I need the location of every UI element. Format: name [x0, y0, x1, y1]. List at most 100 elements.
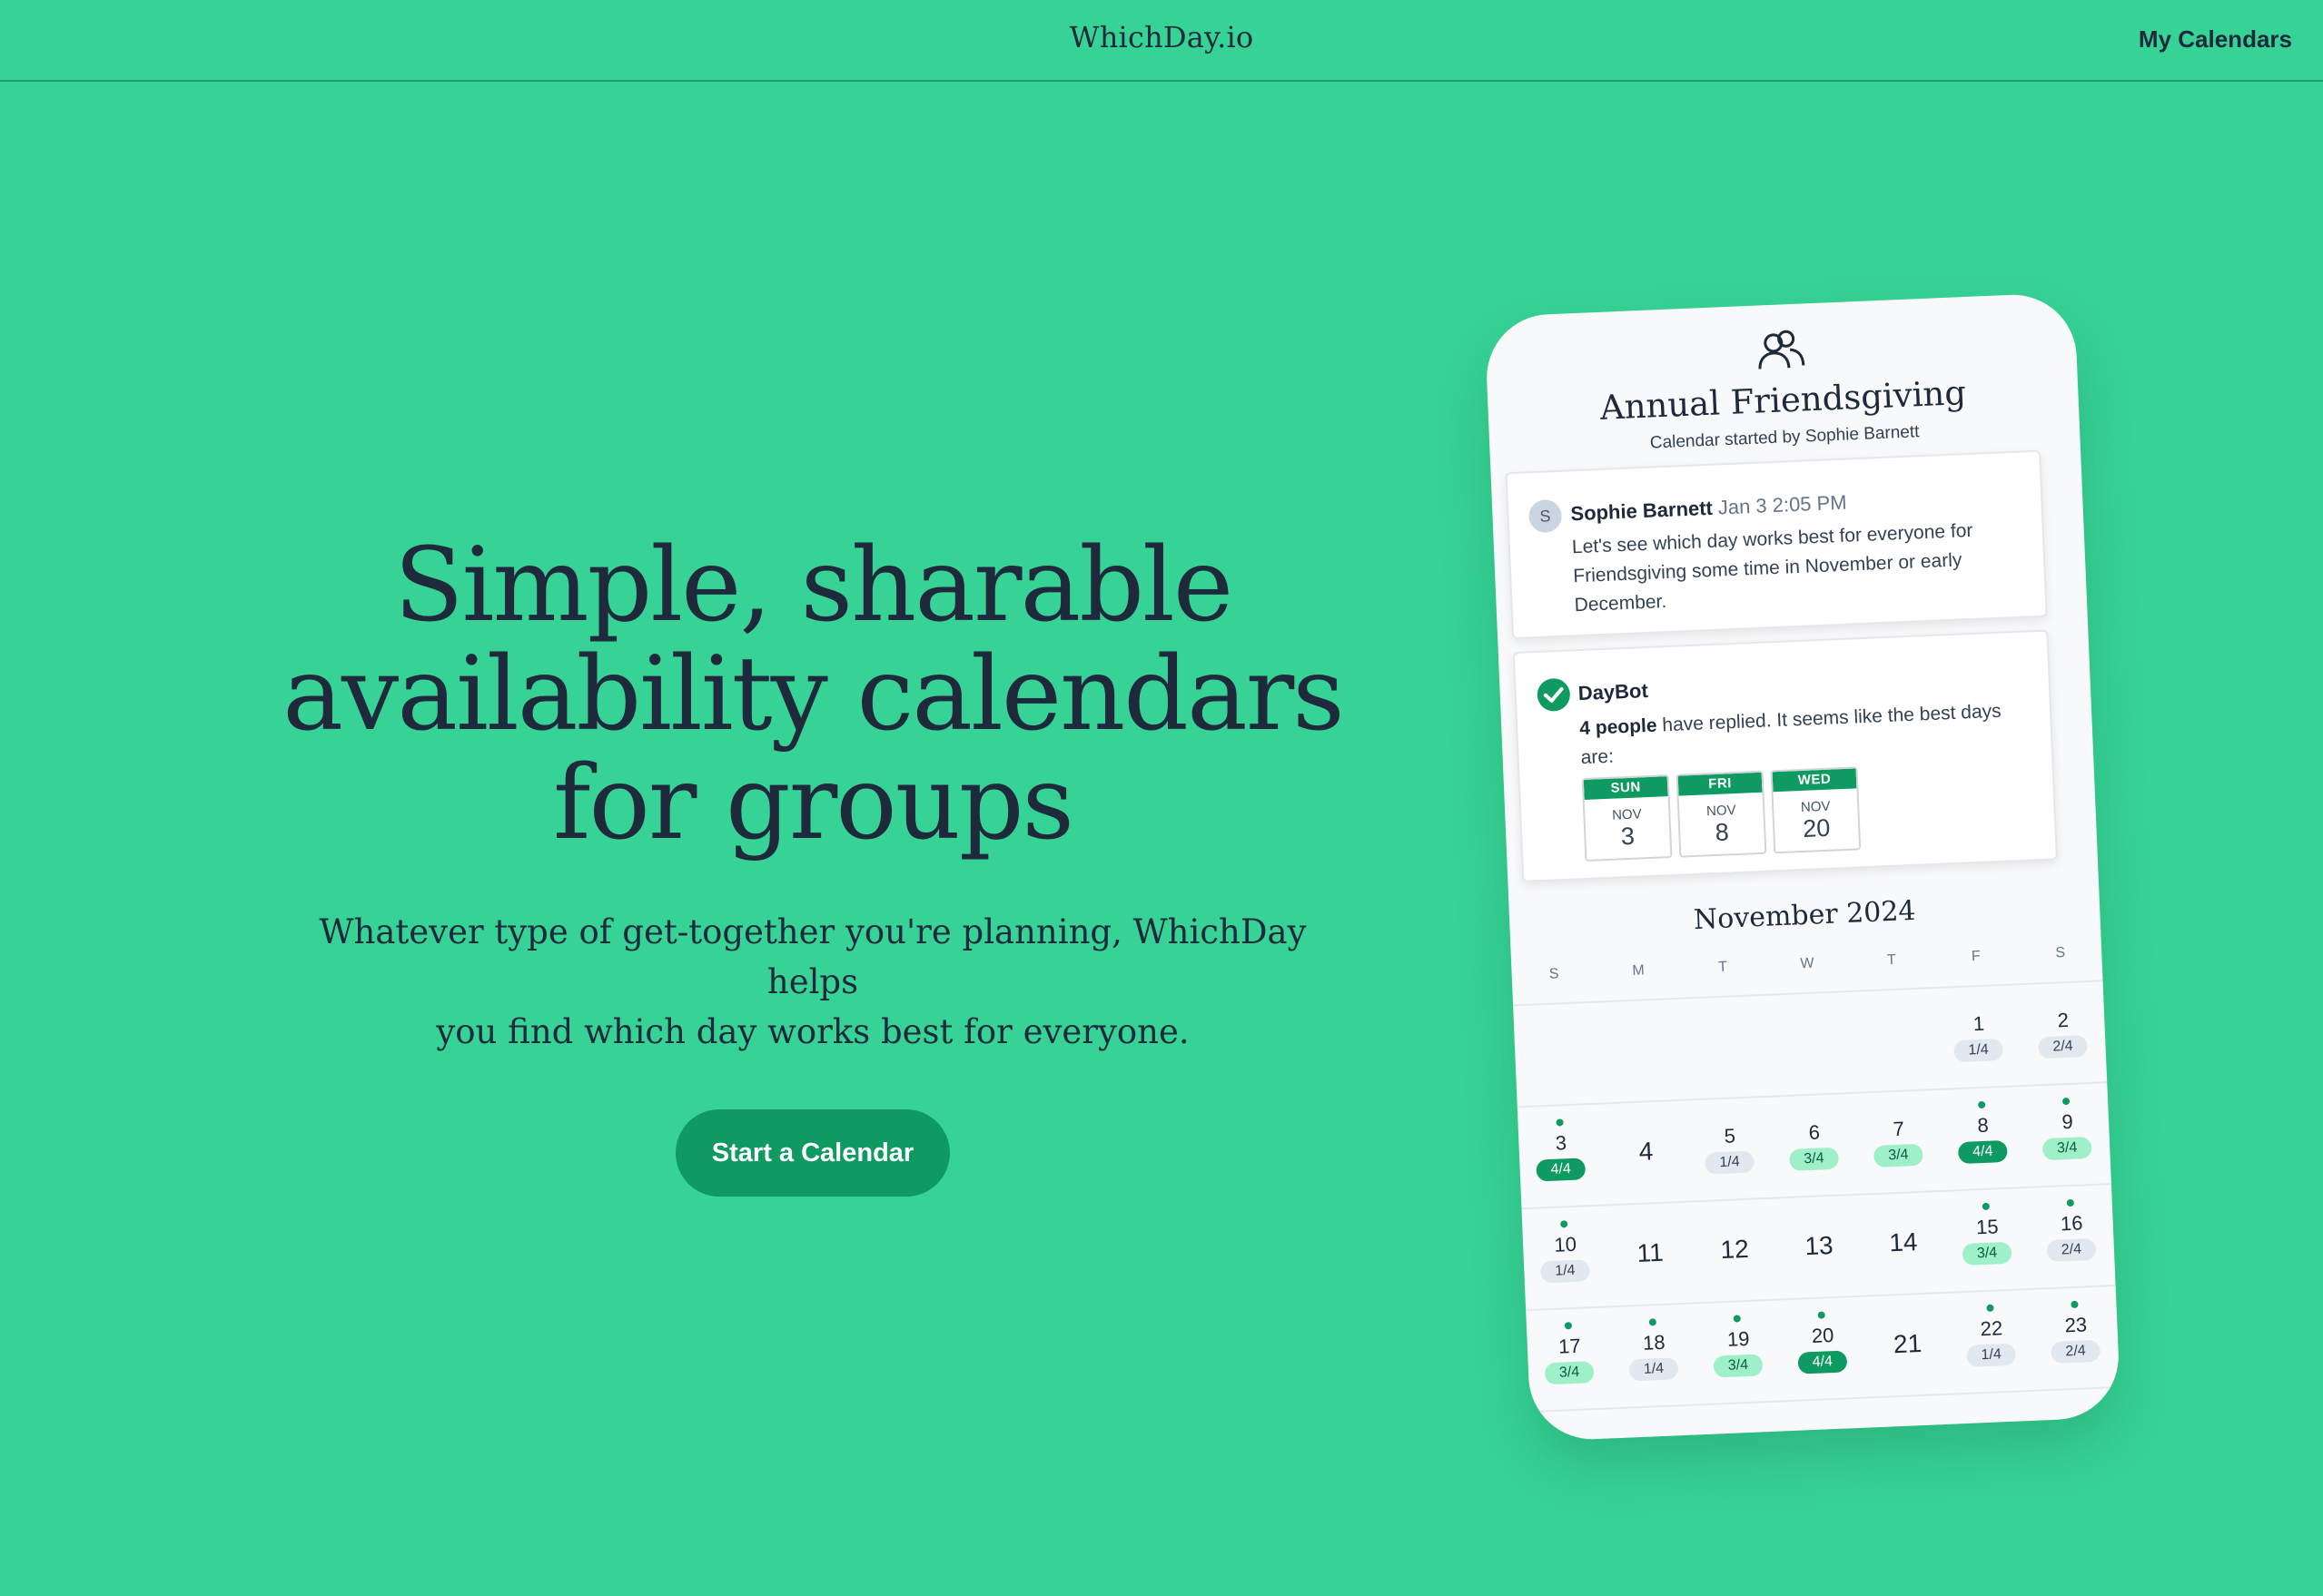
day-number: 15	[1975, 1215, 2000, 1239]
calendar-empty-day	[1766, 992, 1855, 1096]
hero-subtitle-line: Whatever type of get-together you're pla…	[319, 912, 1307, 1001]
day-number: 18	[1642, 1330, 1666, 1355]
calendar-day[interactable]: 20 4/4	[1779, 1297, 1868, 1401]
calendar-day[interactable]: 14	[1859, 1192, 1948, 1296]
calendar-empty-day	[1513, 1003, 1602, 1107]
start-calendar-button[interactable]: Start a Calendar	[675, 1109, 951, 1197]
brand-logo[interactable]: WhichDay.io	[0, 20, 2323, 54]
weekday-label: T	[1717, 959, 1728, 975]
weekday-label: M	[1632, 962, 1646, 979]
best-day-weekday: SUN	[1583, 776, 1668, 800]
weekday-label: F	[1971, 948, 1982, 965]
daybot-card: DayBot 4 people have replied. It seems l…	[1512, 629, 2058, 882]
weekday-label: W	[1800, 955, 1814, 972]
day-number: 17	[1557, 1334, 1582, 1358]
calendar-day[interactable]: 10 1/4	[1522, 1206, 1611, 1309]
availability-badge: 1/4	[1966, 1343, 2017, 1367]
avatar: S	[1527, 498, 1563, 534]
calendar-day[interactable]: 5 1/4	[1686, 1098, 1775, 1201]
best-day-card[interactable]: SUN NOV 3	[1581, 774, 1673, 862]
calendar-day[interactable]: 16 2/4	[2028, 1185, 2117, 1288]
availability-badge: 4/4	[1536, 1158, 1587, 1182]
calendar-day[interactable]: 19 3/4	[1695, 1301, 1784, 1404]
day-number: 21	[1893, 1328, 1923, 1359]
message-text: Let's see which day works best for every…	[1571, 519, 1973, 616]
availability-dot	[2071, 1300, 2079, 1309]
availability-badge: 3/4	[1962, 1241, 2012, 1266]
availability-dot	[1564, 1322, 1573, 1330]
availability-badge: 3/4	[1789, 1147, 1839, 1171]
availability-badge: 3/4	[1544, 1361, 1595, 1385]
calendar-empty-day	[1682, 996, 1771, 1099]
day-number: 2	[2057, 1008, 2070, 1032]
calendar-day[interactable]: 6 3/4	[1771, 1094, 1860, 1197]
top-bar: WhichDay.io My Calendars	[0, 0, 2323, 82]
best-day-number: 8	[1715, 818, 1730, 846]
weekday-label: T	[1886, 951, 1897, 969]
calendar-day[interactable]: 18 1/4	[1610, 1304, 1699, 1407]
calendar-day[interactable]: 12	[1690, 1199, 1779, 1303]
availability-dot	[1986, 1304, 1994, 1312]
hero-title-line: Simple, sharable	[393, 527, 1233, 645]
day-number: 9	[2061, 1109, 2074, 1134]
group-icon	[1758, 330, 1805, 369]
best-day-card[interactable]: FRI NOV 8	[1676, 770, 1767, 858]
availability-dot	[1733, 1315, 1741, 1323]
calendar-day[interactable]: 1 1/4	[1935, 985, 2024, 1089]
availability-dot	[1977, 1100, 1986, 1109]
calendar-day[interactable]: 9 3/4	[2023, 1083, 2112, 1187]
availability-badge: 1/4	[1953, 1038, 2004, 1063]
message-header: Sophie Barnett Jan 3 2:05 PM	[1570, 491, 1847, 527]
availability-badge: 3/4	[1713, 1354, 1764, 1378]
daybot-name: DayBot	[1577, 678, 1649, 705]
day-number: 12	[1719, 1234, 1750, 1265]
calendar-day[interactable]: 17 3/4	[1526, 1307, 1615, 1411]
calendar-grid: 1 1/4 2 2/4 3 4/4 4 5 1/4 6 3/4 7 3/4 8 4/4 9 3/4 10 1/4 11…	[1484, 292, 2120, 1414]
best-day-weekday: WED	[1772, 768, 1857, 793]
availability-badge: 4/4	[1957, 1139, 2008, 1165]
calendar-day[interactable]: 23 2/4	[2032, 1286, 2121, 1390]
availability-dot	[2066, 1198, 2074, 1207]
calendar-day[interactable]: 3 4/4	[1517, 1104, 1606, 1207]
day-number: 14	[1888, 1227, 1919, 1257]
best-day-card[interactable]: WED NOV 20	[1770, 766, 1862, 854]
calendar-day[interactable]: 13	[1774, 1196, 1863, 1299]
calendar-day[interactable]: 11	[1606, 1203, 1695, 1306]
availability-dot	[1648, 1318, 1657, 1326]
calendar-day[interactable]: 4	[1602, 1101, 1691, 1205]
day-number: 13	[1804, 1230, 1834, 1261]
availability-badge: 4/4	[1797, 1350, 1848, 1374]
calendar-day[interactable]: 7 3/4	[1855, 1090, 1944, 1194]
availability-badge: 2/4	[2038, 1035, 2089, 1059]
day-number: 6	[1808, 1120, 1821, 1144]
day-number: 23	[2064, 1313, 2088, 1337]
day-number: 4	[1638, 1137, 1654, 1166]
weekday-label: S	[2055, 944, 2066, 961]
calendar-month: November 2024	[1693, 894, 1917, 937]
calendar-day[interactable]: 21	[1863, 1294, 1952, 1397]
calendar-day[interactable]: 15 3/4	[1943, 1188, 2032, 1292]
calendar-day[interactable]: 22 1/4	[1948, 1290, 2037, 1394]
availability-badge: 1/4	[1705, 1150, 1755, 1175]
calendar-day[interactable]: 2 2/4	[2020, 981, 2109, 1085]
message-card: S Sophie Barnett Jan 3 2:05 PM Let's see …	[1505, 449, 2048, 640]
availability-badge: 1/4	[1628, 1357, 1679, 1382]
availability-badge: 1/4	[1539, 1259, 1590, 1284]
availability-dot	[2061, 1097, 2071, 1106]
day-number: 5	[1724, 1124, 1736, 1148]
check-circle-icon	[1537, 678, 1570, 712]
availability-dot	[1817, 1311, 1825, 1319]
daybot-message: 4 people have replied. It seems like the…	[1579, 695, 2035, 773]
calendar-day[interactable]: 8 4/4	[1939, 1087, 2028, 1190]
hero-subtitle-line: you find which day works best for everyo…	[436, 1012, 1190, 1051]
availability-dot	[1556, 1118, 1564, 1127]
my-calendars-link[interactable]: My Calendars	[2139, 25, 2292, 54]
best-day-number: 20	[1802, 813, 1831, 842]
day-number: 10	[1553, 1232, 1577, 1256]
reply-count: 4 people	[1578, 714, 1658, 740]
day-number: 1	[1972, 1011, 1985, 1036]
day-number: 7	[1893, 1117, 1905, 1141]
availability-dot	[1560, 1220, 1568, 1228]
day-number: 16	[2060, 1211, 2083, 1236]
day-number: 8	[1976, 1113, 1990, 1138]
